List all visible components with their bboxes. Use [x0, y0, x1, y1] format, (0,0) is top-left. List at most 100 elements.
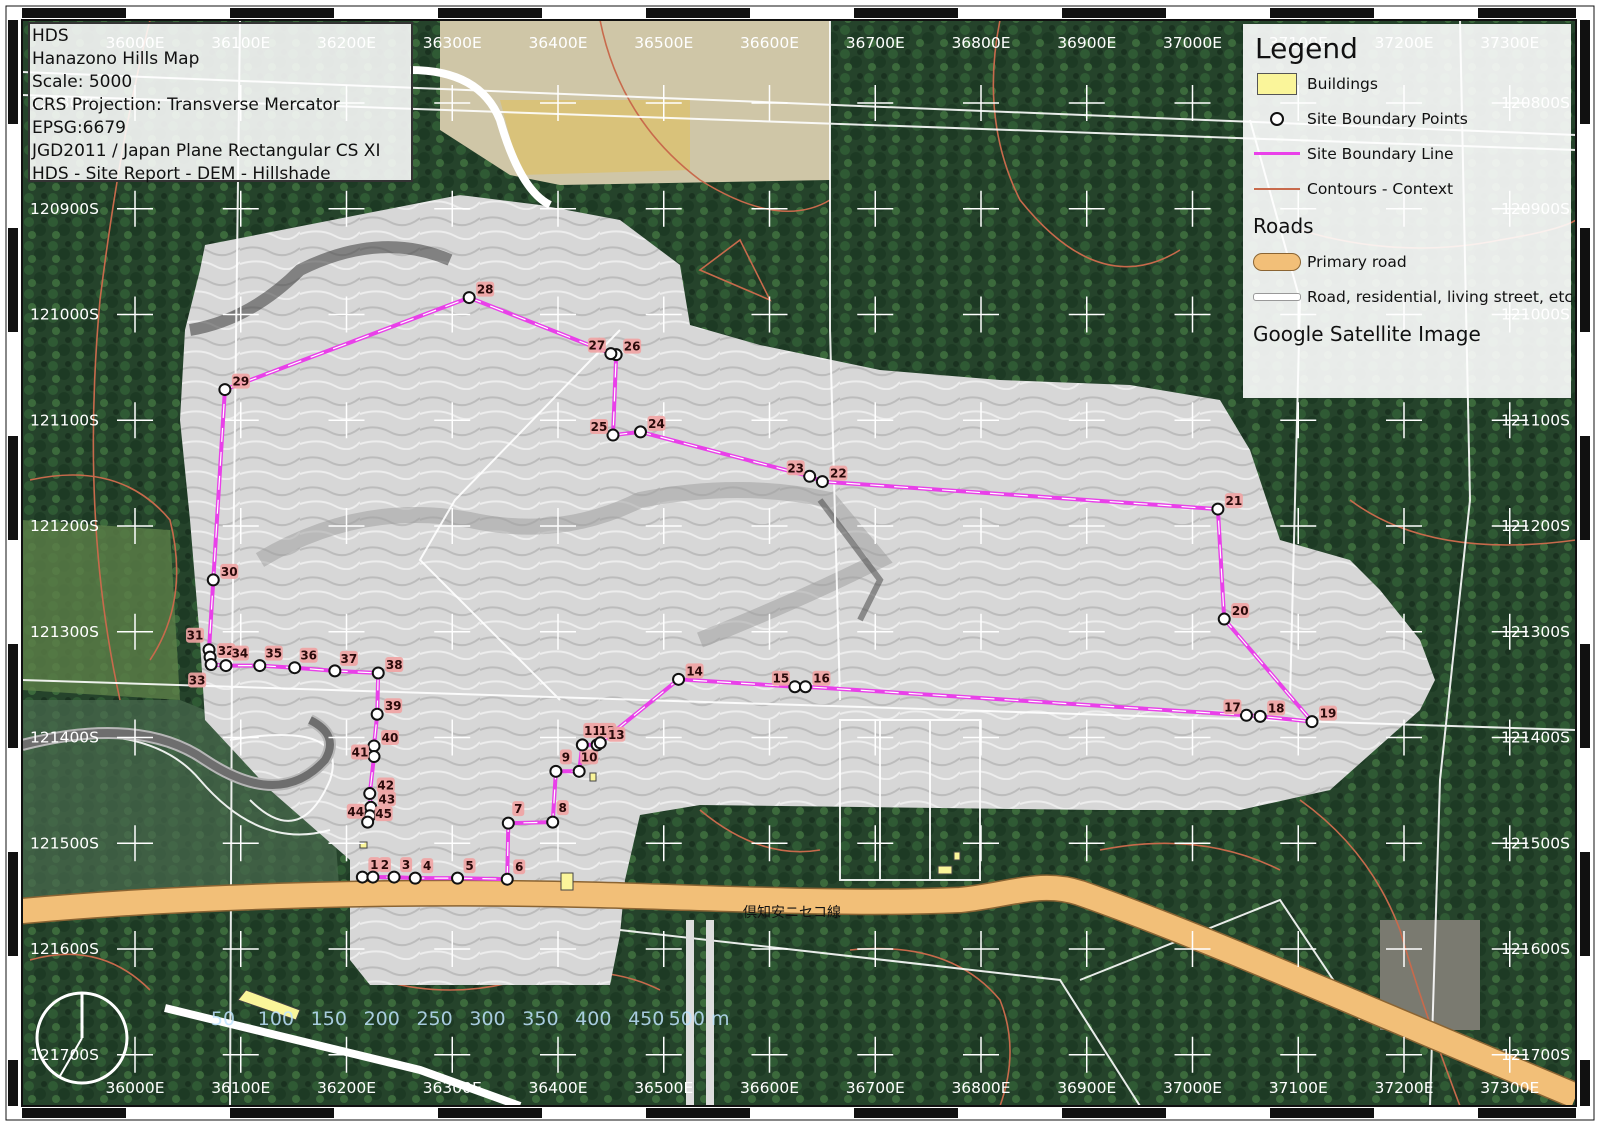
northing-label-right: 121100S: [1501, 411, 1570, 429]
point-label: 34: [232, 647, 249, 661]
point-label: 20: [1232, 604, 1249, 618]
northing-label-left: 121300S: [30, 623, 99, 641]
northing-label-left: 121000S: [30, 306, 99, 324]
boundary-point-marker: [1305, 715, 1319, 729]
easting-label-top: 36900E: [1057, 34, 1116, 52]
boundary-point-marker: [367, 739, 381, 753]
contour-line-icon: [1253, 178, 1301, 200]
boundary-point-marker: [798, 680, 812, 694]
boundary-point-marker: [1211, 502, 1225, 516]
point-label: 1: [370, 858, 378, 872]
boundary-point-marker: [367, 750, 381, 764]
legend-label: Contours - Context: [1307, 179, 1454, 198]
point-label: 24: [648, 417, 665, 431]
easting-label-bottom: 36000E: [105, 1079, 164, 1097]
scale-bar-label: 500 m: [669, 1008, 730, 1030]
northing-label-left: 121500S: [30, 834, 99, 852]
point-label: 21: [1226, 494, 1243, 508]
easting-label-bottom: 36900E: [1057, 1079, 1116, 1097]
easting-label-bottom: 36700E: [846, 1079, 905, 1097]
point-label: 37: [341, 652, 358, 666]
boundary-point-marker: [1253, 709, 1267, 723]
point-label: 41: [352, 746, 369, 760]
legend-item-buildings: Buildings: [1253, 66, 1561, 101]
legend-label: Primary road: [1307, 252, 1407, 271]
boundary-point-marker: [606, 428, 620, 442]
boundary-point-marker: [1239, 708, 1253, 722]
boundary-point-marker: [803, 469, 817, 483]
easting-label-bottom: 37200E: [1374, 1079, 1433, 1097]
easting-label-top: 36700E: [846, 34, 905, 52]
point-label: 15: [773, 672, 790, 686]
boundary-point-marker: [451, 871, 465, 885]
primary-road-label: 倶知安ニセコ線: [743, 904, 841, 921]
point-label: 7: [514, 802, 522, 816]
boundary-point-marker: [204, 658, 218, 672]
point-label: 3: [402, 858, 410, 872]
northing-label-right: 121300S: [1501, 623, 1570, 641]
legend-item-boundary-line: Site Boundary Line: [1253, 136, 1561, 171]
building: [560, 872, 574, 891]
boundary-point-marker: [500, 872, 514, 886]
northing-label-right: 121400S: [1501, 729, 1570, 747]
point-label: 27: [589, 339, 606, 353]
point-label: 33: [189, 674, 206, 688]
northing-label-right: 121500S: [1501, 834, 1570, 852]
scale-bar-label: 300: [469, 1008, 505, 1030]
easting-label-bottom: 37100E: [1269, 1079, 1328, 1097]
legend-label: Road, residential, living street, etc.: [1307, 287, 1578, 306]
legend-title: Legend: [1255, 32, 1358, 65]
boundary-point-marker: [501, 816, 515, 830]
info-line-datum: JGD2011 / Japan Plane Rectangular CS XI: [32, 141, 381, 161]
easting-label-top: 36800E: [951, 34, 1010, 52]
point-label: 36: [300, 649, 317, 663]
point-symbol-icon: [1253, 108, 1301, 130]
point-label: 18: [1268, 701, 1285, 715]
info-line-scale: Scale: 5000: [32, 72, 133, 92]
point-label: 38: [386, 658, 403, 672]
scale-bar: 50 100 150 200 250 300 350 400 450 500 m: [211, 1008, 730, 1030]
building: [953, 851, 961, 861]
boundary-point-marker: [408, 871, 422, 885]
northing-label-left: 121100S: [30, 411, 99, 429]
point-label: 6: [515, 860, 523, 874]
building-swatch-icon: [1253, 72, 1301, 95]
boundary-point-marker: [206, 573, 220, 587]
legend-basemap: Google Satellite Image: [1253, 322, 1481, 346]
point-label: 42: [377, 779, 394, 793]
easting-label-bottom: 37000E: [1163, 1079, 1222, 1097]
residential-road-swatch-icon: [1253, 286, 1301, 308]
scale-bar-label: 200: [364, 1008, 400, 1030]
boundary-point-marker: [1217, 612, 1231, 626]
point-label: 13: [608, 728, 625, 742]
legend-item-primary-road: Primary road: [1253, 244, 1561, 279]
legend-item-residential-road: Road, residential, living street, etc.: [1253, 279, 1578, 314]
legend-item-contours: Contours - Context: [1253, 171, 1561, 206]
northing-label-left: 121400S: [30, 729, 99, 747]
map-info-box: HDS Hanazono Hills Map Scale: 5000 CRS P…: [28, 22, 413, 184]
boundary-point-marker: [549, 764, 563, 778]
easting-label-top: 36300E: [423, 34, 482, 52]
point-label: 16: [813, 672, 830, 686]
northing-label-right: 121200S: [1501, 517, 1570, 535]
info-line-crs: CRS Projection: Transverse Mercator: [32, 95, 340, 115]
primary-road-swatch-icon: [1253, 251, 1301, 273]
boundary-point-marker: [219, 659, 233, 673]
easting-label-bottom: 36800E: [951, 1079, 1010, 1097]
boundary-point-marker: [328, 664, 342, 678]
info-line-map-title: Hanazono Hills Map: [32, 49, 200, 69]
point-label: 5: [465, 859, 473, 873]
scale-bar-label: 450: [628, 1008, 664, 1030]
point-label: 25: [591, 420, 608, 434]
northing-label-right: 121700S: [1501, 1046, 1570, 1064]
scale-bar-label: 250: [416, 1008, 452, 1030]
point-label: 26: [624, 340, 641, 354]
boundary-point-marker: [815, 475, 829, 489]
northing-label-left: 121200S: [30, 517, 99, 535]
boundary-point-marker: [604, 347, 618, 361]
easting-label-bottom: 36600E: [740, 1079, 799, 1097]
scale-bar-label: 400: [575, 1008, 611, 1030]
boundary-point-marker: [371, 666, 385, 680]
easting-label-top: 37000E: [1163, 34, 1222, 52]
boundary-point-marker: [355, 870, 369, 884]
